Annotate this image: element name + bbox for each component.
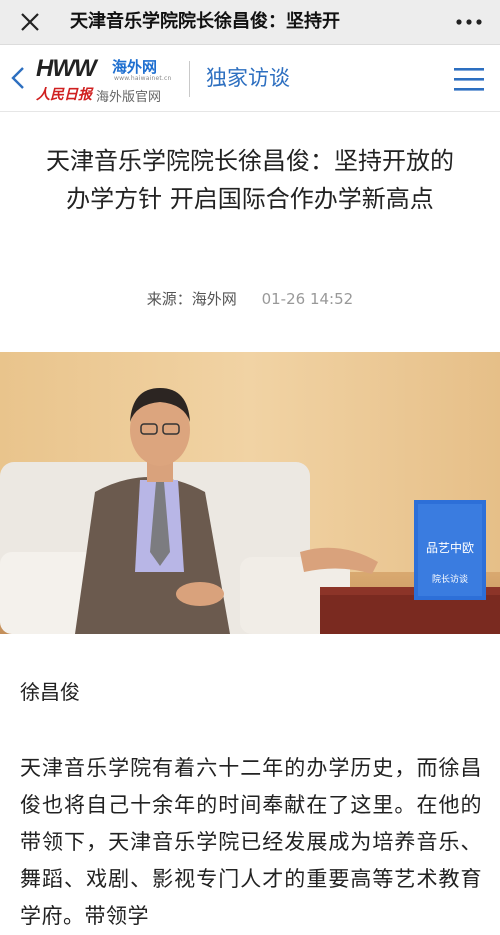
logo-cn-text: 海外网 xyxy=(112,58,158,76)
header-divider xyxy=(189,61,190,97)
window-title: 天津音乐学院院长徐昌俊：坚持开 xyxy=(70,11,340,32)
article-title: 天津音乐学院院长徐昌俊：坚持开放的办学方针 开启国际合作办学新高点 xyxy=(46,147,454,213)
board-title-text: 品艺中欧 xyxy=(426,540,474,555)
article-body: 天津音乐学院有着六十二年的办学历史，而徐昌俊也将自己十余年的时间奉献在了这里。在… xyxy=(20,756,482,928)
hamburger-menu-icon[interactable] xyxy=(452,65,486,93)
board-sub-text: 院长访谈 xyxy=(432,573,468,585)
interview-photo-illustration: 品艺中欧 院长访谈 xyxy=(0,352,500,634)
app-top-bar: 天津音乐学院院长徐昌俊：坚持开 xyxy=(0,0,500,45)
speaker-name: 徐昌俊 xyxy=(20,680,80,704)
more-icon[interactable] xyxy=(452,8,486,36)
logo-sub-text: 海外版官网 xyxy=(96,90,162,105)
back-arrow-icon[interactable] xyxy=(8,65,28,91)
close-icon[interactable] xyxy=(16,8,44,36)
article-time: 01-26 14:52 xyxy=(261,290,354,308)
article-source: 来源：海外网 xyxy=(146,290,237,308)
article-meta: 来源：海外网 01-26 14:52 xyxy=(0,288,500,309)
logo-rmrb-text: 人民日报 xyxy=(36,87,92,103)
article-photo: 品艺中欧 院长访谈 xyxy=(0,352,500,634)
section-label[interactable]: 独家访谈 xyxy=(206,61,290,95)
site-logo[interactable]: HWW 海外网 www.haiwainet.cn 人民日报 海外版官网 xyxy=(36,55,176,105)
logo-url-text: www.haiwainet.cn xyxy=(114,75,172,82)
site-header: HWW 海外网 www.haiwainet.cn 人民日报 海外版官网 独家访谈 xyxy=(0,45,500,112)
logo-hww-text: HWW xyxy=(36,55,97,82)
